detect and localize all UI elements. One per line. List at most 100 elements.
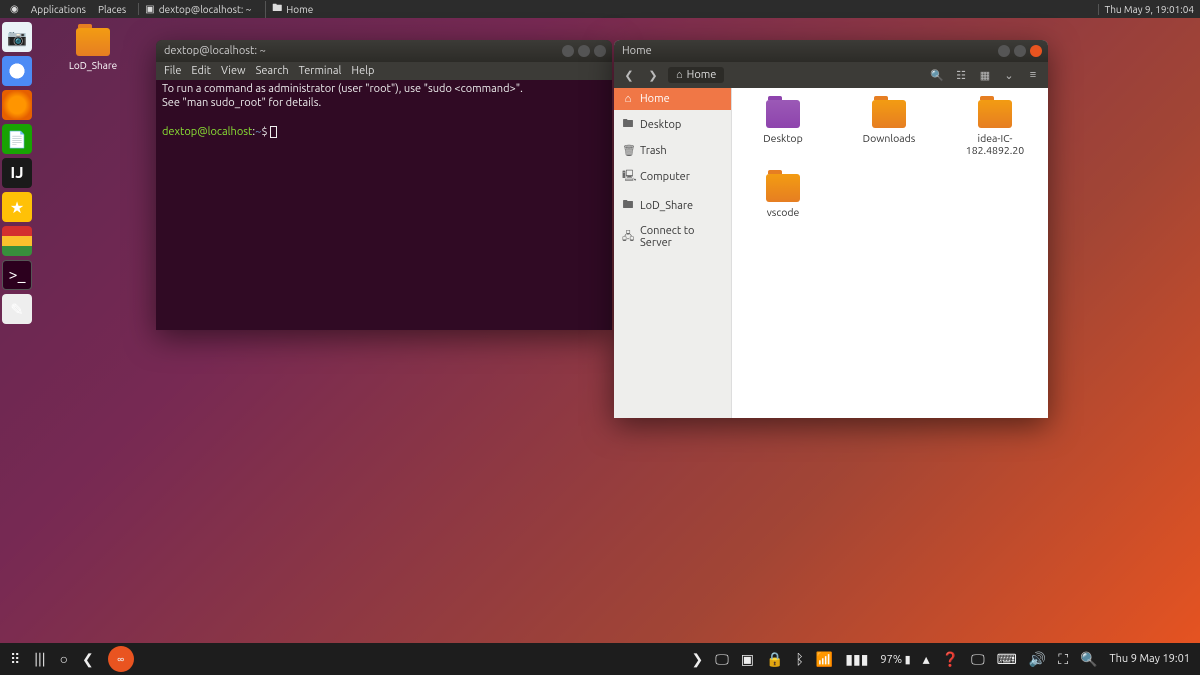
taskbar-terminal[interactable]: ▣ dextop@localhost: ~ <box>138 3 257 15</box>
bottom-panel-clock[interactable]: Thu 9 May 19:01 <box>1110 653 1190 665</box>
tray-wifi-icon[interactable]: 📶 <box>816 651 833 668</box>
taskbar-home[interactable]: 🖿 Home <box>265 1 319 18</box>
path-label: Home <box>687 69 717 81</box>
filemanager-sidebar: ⌂ Home 🖿Desktop 🗑Trash 🖳 Computer 🖿LoD_Sha… <box>614 88 732 418</box>
launcher-libreoffice[interactable]: 📄 <box>2 124 32 154</box>
folder-icon <box>766 100 800 128</box>
close-button[interactable] <box>594 45 606 57</box>
folder-downloads[interactable]: Downloads <box>850 100 928 156</box>
launcher-screenshot[interactable]: 📷 <box>2 22 32 52</box>
launcher-text-editor[interactable]: ✎ <box>2 294 32 324</box>
folder-vscode[interactable]: vscode <box>744 174 822 218</box>
sidebar-item-label: Computer <box>640 171 690 183</box>
bottom-panel: ⠿ ||| ○ ❮ ∞ ❯ 🖵 ▣ 🔒 ᛒ 📶 ▮▮▮ 97% ▮ ▴ ❓ 🖵 … <box>0 643 1200 675</box>
tray-bluetooth-icon[interactable]: ᛒ <box>795 651 803 667</box>
sidebar-item-lodshare[interactable]: 🖿LoD_Share <box>614 191 731 220</box>
recents-button[interactable]: ||| <box>34 651 45 667</box>
menu-search[interactable]: Search <box>256 65 289 77</box>
terminal-body[interactable]: To run a command as administrator (user … <box>156 80 612 141</box>
sidebar-item-connect-server[interactable]: 🖧 Connect to Server <box>614 220 731 254</box>
sidebar-item-computer[interactable]: 🖳 Computer <box>614 162 731 191</box>
tray-lock-icon[interactable]: 🔒 <box>766 651 783 668</box>
sidebar-item-home[interactable]: ⌂ Home <box>614 88 731 110</box>
launcher-dictionary[interactable] <box>2 226 32 256</box>
sidebar-item-label: Desktop <box>640 119 681 131</box>
terminal-prompt-end: $ <box>261 126 270 138</box>
filemanager-content[interactable]: Desktop Downloads idea-IC-182.4892.20 vs… <box>732 88 1048 418</box>
taskbar-home-label: Home <box>286 4 313 15</box>
folder-idea[interactable]: idea-IC-182.4892.20 <box>956 100 1034 156</box>
launcher-terminal[interactable]: >_ <box>2 260 32 290</box>
terminal-titlebar[interactable]: dextop@localhost: ~ <box>156 40 612 62</box>
app-grid-button[interactable]: ⠿ <box>10 651 20 668</box>
tray-keyboard-icon[interactable]: ⌨ <box>997 651 1017 668</box>
expand-tray-button[interactable]: ❯ <box>692 651 704 668</box>
top-panel-clock[interactable]: Thu May 9, 19:01:04 <box>1098 4 1194 15</box>
close-button[interactable] <box>1030 45 1042 57</box>
launcher-chromium[interactable] <box>2 56 32 86</box>
sidebar-item-trash[interactable]: 🗑Trash <box>614 139 731 162</box>
path-bar[interactable]: ⌂ Home <box>668 67 724 83</box>
terminal-window[interactable]: dextop@localhost: ~ File Edit View Searc… <box>156 40 612 330</box>
view-grid-button[interactable]: ▦ <box>976 66 994 84</box>
folder-icon <box>872 100 906 128</box>
launcher-firefox[interactable] <box>2 90 32 120</box>
launcher-intellij[interactable]: IJ <box>2 158 32 188</box>
tray-signal-icon[interactable]: ▮▮▮ <box>845 651 868 668</box>
gnome-menu-icon[interactable]: ◉ <box>6 3 23 15</box>
network-icon: 🖧 <box>622 228 634 247</box>
filemanager-window[interactable]: Home ❮ ❯ ⌂ Home 🔍 ☷ ▦ ⌄ ≡ ⌂ Home 🖿Desktop… <box>614 40 1048 418</box>
tray-help-icon[interactable]: ❓ <box>942 651 959 668</box>
hamburger-menu-button[interactable]: ≡ <box>1024 66 1042 84</box>
menu-edit[interactable]: Edit <box>191 65 211 77</box>
maximize-button[interactable] <box>578 45 590 57</box>
menu-help[interactable]: Help <box>351 65 374 77</box>
back-button[interactable]: ❮ <box>82 651 94 668</box>
sidebar-item-desktop[interactable]: 🖿Desktop <box>614 110 731 139</box>
minimize-button[interactable] <box>998 45 1010 57</box>
nav-back-button[interactable]: ❮ <box>620 66 638 84</box>
maximize-button[interactable] <box>1014 45 1026 57</box>
home-icon: ⌂ <box>676 69 683 81</box>
launcher-anki[interactable]: ★ <box>2 192 32 222</box>
search-button[interactable]: 🔍 <box>928 66 946 84</box>
computer-icon: 🖳 <box>622 167 634 186</box>
view-dropdown-button[interactable]: ⌄ <box>1000 66 1018 84</box>
desktop-folder-lodshare[interactable]: LoD_Share <box>58 28 128 71</box>
sidebar-item-label: Trash <box>640 145 667 157</box>
tray-fullscreen-icon[interactable]: ⛶ <box>1058 651 1068 668</box>
pinned-app[interactable]: ∞ <box>108 646 134 672</box>
menu-terminal[interactable]: Terminal <box>299 65 342 77</box>
filemanager-titlebar[interactable]: Home <box>614 40 1048 62</box>
minimize-button[interactable] <box>562 45 574 57</box>
folder-icon: 🖿 <box>272 1 282 18</box>
sidebar-item-label: Home <box>640 93 670 105</box>
sidebar-item-label: Connect to Server <box>640 225 723 249</box>
tray-chevron-up-icon[interactable]: ▴ <box>923 651 930 668</box>
terminal-line: See "man sudo_root" for details. <box>162 97 321 109</box>
terminal-icon: ▣ <box>145 3 154 15</box>
tray-screenshot-icon[interactable]: ▣ <box>741 651 754 668</box>
folder-desktop[interactable]: Desktop <box>744 100 822 156</box>
terminal-cursor <box>270 126 277 138</box>
desktop-folder-label: LoD_Share <box>58 60 128 71</box>
terminal-title: dextop@localhost: ~ <box>164 45 266 57</box>
view-list-button[interactable]: ☷ <box>952 66 970 84</box>
battery-percent: 97% <box>880 654 902 666</box>
menu-file[interactable]: File <box>164 65 181 77</box>
folder-label: idea-IC-182.4892.20 <box>956 132 1034 156</box>
tray-monitor-icon[interactable]: 🖵 <box>971 651 985 668</box>
places-menu[interactable]: Places <box>94 4 130 15</box>
tray-search-icon[interactable]: 🔍 <box>1080 651 1097 668</box>
home-button[interactable]: ○ <box>60 651 68 667</box>
terminal-prompt-user: dextop@localhost <box>162 126 252 138</box>
nav-forward-button[interactable]: ❯ <box>644 66 662 84</box>
tray-volume-icon[interactable]: 🔊 <box>1029 651 1046 668</box>
tray-battery[interactable]: 97% ▮ <box>880 653 910 666</box>
taskbar-terminal-label: dextop@localhost: ~ <box>159 4 252 15</box>
launcher-sidebar: 📷 📄 IJ ★ >_ ✎ <box>0 18 36 643</box>
applications-menu[interactable]: Applications <box>27 4 90 15</box>
home-icon: ⌂ <box>622 93 634 105</box>
menu-view[interactable]: View <box>221 65 246 77</box>
tray-display-icon[interactable]: 🖵 <box>715 651 729 668</box>
